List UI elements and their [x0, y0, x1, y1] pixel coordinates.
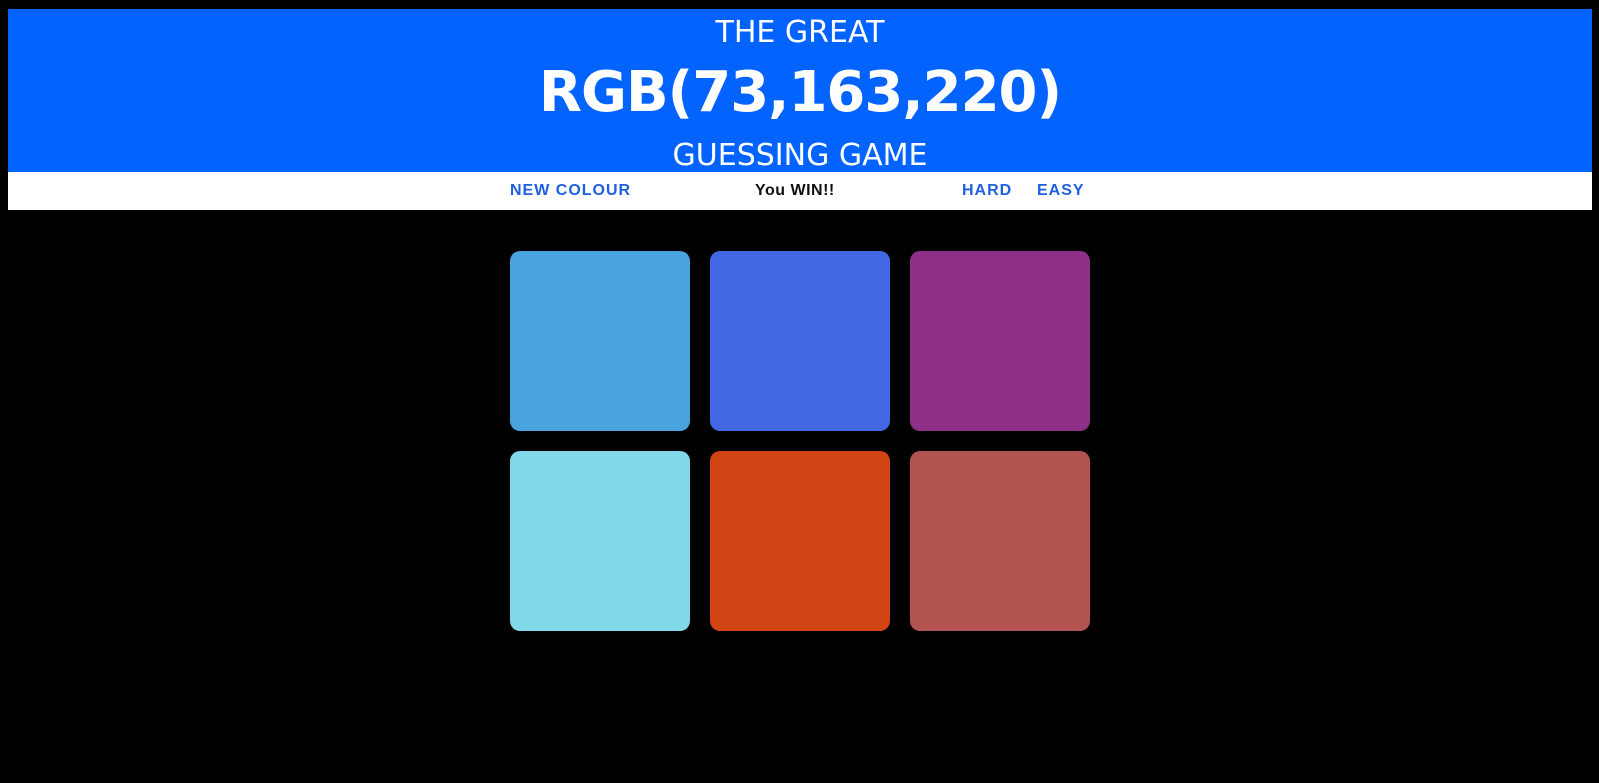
- color-square-2[interactable]: [710, 251, 890, 431]
- color-square-4[interactable]: [510, 451, 690, 631]
- header-banner: THE GREAT RGB(73,163,220) GUESSING GAME: [8, 9, 1592, 173]
- control-stripe: NEW COLOUR You WIN!! HARD EASY: [8, 172, 1592, 210]
- hard-mode-button[interactable]: HARD: [962, 172, 1012, 210]
- title-line-1: THE GREAT: [715, 15, 885, 50]
- color-square-1[interactable]: [510, 251, 690, 431]
- color-square-5[interactable]: [710, 451, 890, 631]
- color-square-3[interactable]: [910, 251, 1090, 431]
- rgb-display: RGB(73,163,220): [538, 60, 1062, 125]
- status-message: You WIN!!: [755, 182, 835, 199]
- title-line-3: GUESSING GAME: [672, 138, 928, 173]
- easy-mode-button[interactable]: EASY: [1037, 172, 1085, 210]
- page: THE GREAT RGB(73,163,220) GUESSING GAME …: [0, 0, 1599, 783]
- new-colour-button[interactable]: NEW COLOUR: [510, 172, 631, 210]
- color-square-6[interactable]: [910, 451, 1090, 631]
